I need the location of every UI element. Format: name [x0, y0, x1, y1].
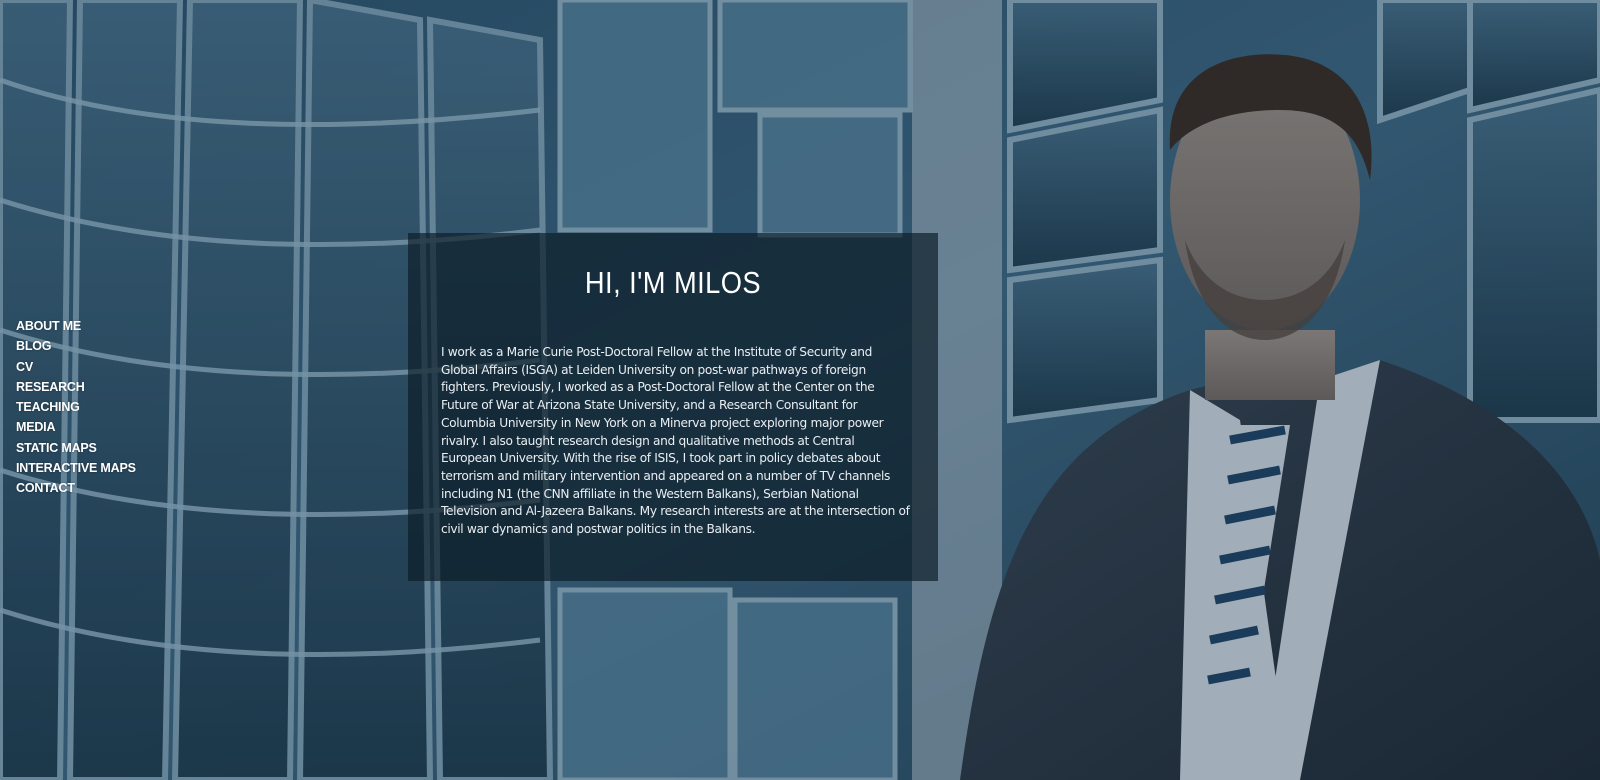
nav-link-media[interactable]: MEDIA — [16, 420, 55, 434]
nav-item-research[interactable]: RESEARCH — [16, 376, 136, 396]
nav-link-cv[interactable]: CV — [16, 360, 33, 374]
bio-text: I work as a Marie Curie Post-Doctoral Fe… — [441, 345, 910, 537]
nav-link-about-me[interactable]: ABOUT ME — [16, 319, 81, 333]
nav-item-static-maps[interactable]: STATIC MAPS — [16, 437, 136, 457]
nav-link-blog[interactable]: BLOG — [16, 339, 52, 353]
nav-link-teaching[interactable]: TEACHING — [16, 400, 80, 414]
nav-item-media[interactable]: MEDIA — [16, 416, 136, 436]
nav-link-interactive-maps[interactable]: INTERACTIVE MAPS — [16, 461, 136, 475]
nav-link-static-maps[interactable]: STATIC MAPS — [16, 441, 97, 455]
nav-link-research[interactable]: RESEARCH — [16, 380, 85, 394]
nav-item-cv[interactable]: CV — [16, 356, 136, 376]
nav-item-teaching[interactable]: TEACHING — [16, 396, 136, 416]
nav-item-contact[interactable]: CONTACT — [16, 477, 136, 497]
intro-panel: HI, I'M MILOS I work as a Marie Curie Po… — [408, 233, 938, 581]
nav-item-blog[interactable]: BLOG — [16, 335, 136, 355]
nav-item-about-me[interactable]: ABOUT ME — [16, 315, 136, 335]
nav-link-contact[interactable]: CONTACT — [16, 481, 75, 495]
nav-item-interactive-maps[interactable]: INTERACTIVE MAPS — [16, 457, 136, 477]
main-navigation: ABOUT ME BLOG CV RESEARCH TEACHING MEDIA… — [16, 315, 136, 498]
page-title: HI, I'M MILOS — [584, 265, 762, 300]
